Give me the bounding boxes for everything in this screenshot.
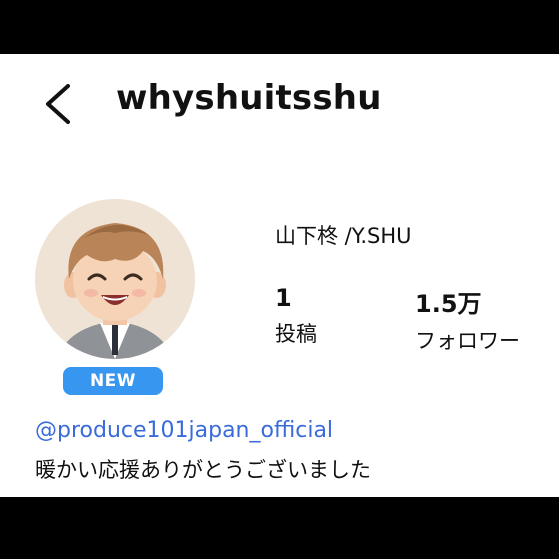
posts-label: 投稿 (275, 322, 317, 346)
new-badge-label: NEW (63, 367, 163, 395)
avatar[interactable] (35, 199, 195, 359)
followers-count: 1.5万 (415, 290, 482, 318)
bio-text: 暖かい応援ありがとうございました (35, 458, 371, 482)
profile-screen: whyshuitsshu NEW 山下柊 /Y.SHU 1 投稿 1.5万 フォ… (0, 54, 559, 497)
header-username: whyshuitsshu (116, 78, 382, 118)
avatar-illustration (35, 199, 195, 359)
back-button[interactable] (40, 82, 80, 126)
posts-stat[interactable]: 1 投稿 (275, 284, 317, 348)
new-badge: NEW (58, 362, 168, 400)
posts-count: 1 (275, 284, 292, 312)
followers-label: フォロワー (415, 329, 520, 353)
bio-mention-link[interactable]: @produce101japan_official (35, 418, 333, 443)
chevron-left-icon (46, 84, 70, 124)
followers-stat[interactable]: 1.5万 フォロワー (415, 284, 520, 355)
display-name: 山下柊 /Y.SHU (275, 224, 412, 248)
